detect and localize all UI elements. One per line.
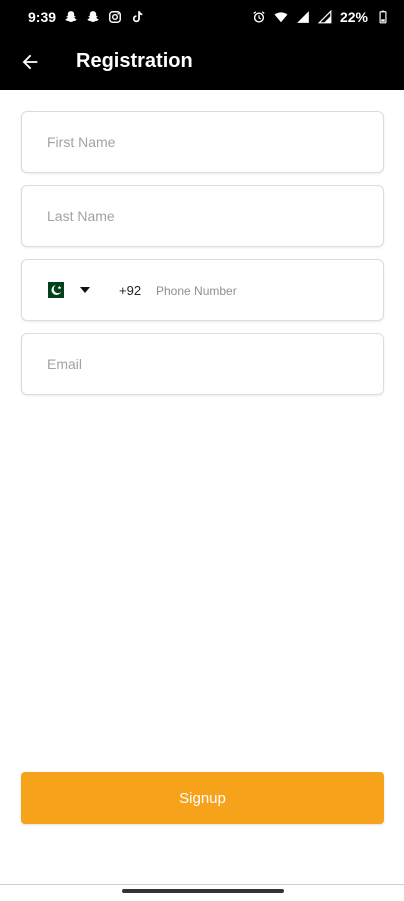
back-button[interactable] [16,48,44,76]
snapchat-icon [64,10,78,24]
first-name-field[interactable] [21,111,384,173]
tiktok-icon [130,10,144,24]
pakistan-flag-icon[interactable] [43,282,64,298]
last-name-input[interactable] [22,186,383,246]
navigation-bar [0,884,404,901]
signal-icon [296,10,310,24]
snapchat-icon [86,10,100,24]
last-name-field[interactable] [21,185,384,247]
home-indicator[interactable] [122,889,284,893]
signup-button[interactable]: Signup [21,772,384,824]
arrow-left-icon [22,54,38,70]
instagram-icon [108,10,122,24]
status-bar-right: 22% [252,9,390,25]
email-field[interactable] [21,333,384,395]
status-bar: 9:39 22% [0,0,404,34]
status-time: 9:39 [28,9,57,25]
wifi-icon [274,10,288,24]
phone-field[interactable]: +92 [21,259,384,322]
alarm-icon [252,10,266,24]
email-input[interactable] [22,334,383,394]
country-dropdown-caret-icon[interactable] [80,287,90,293]
phone-number-input[interactable] [154,260,378,322]
country-code: +92 [119,283,142,298]
battery-icon [376,10,390,24]
signal-icon [317,10,332,24]
page-title: Registration [76,50,193,72]
status-bar-left: 9:39 [28,9,144,25]
first-name-input[interactable] [22,112,383,172]
app-bar: Registration [0,34,404,90]
battery-percent: 22% [339,9,368,25]
